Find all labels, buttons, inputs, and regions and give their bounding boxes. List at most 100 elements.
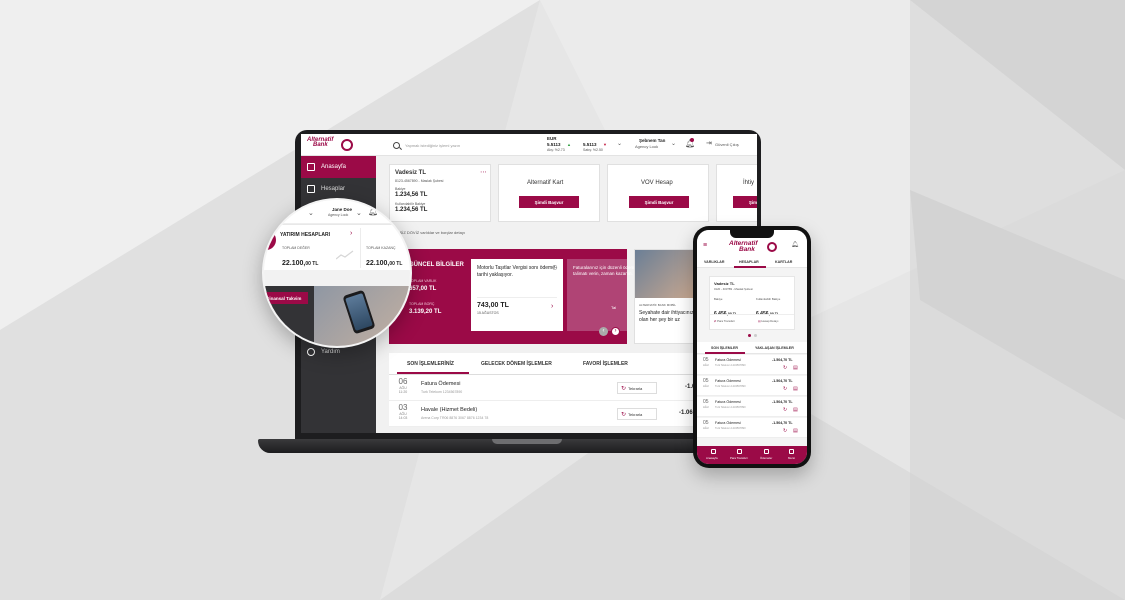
logout-icon[interactable]: ⇥ (706, 139, 712, 147)
refresh-icon[interactable]: ↻ (783, 428, 787, 434)
tx-amount: -1.06 (679, 410, 693, 416)
tx-desc: Turk Telekom 1234567890 (715, 427, 746, 430)
chevron-right-icon[interactable]: › (350, 230, 352, 237)
tab-recent[interactable]: SON İŞLEMLERİNİZ (407, 361, 454, 367)
bill-reminder-card[interactable]: Motorlu Taşıtlar Vergisi sonı ödeme tari… (471, 259, 563, 331)
account-number: 0120 - 403789 - Maslak Şubesi (714, 287, 753, 291)
tab-assets[interactable]: VARLIKLAR (704, 260, 725, 264)
tab-upcoming[interactable]: GELECEK DÖNEM İŞLEMLER (481, 361, 552, 367)
active-tab-indicator (734, 266, 766, 268)
nav-home[interactable]: Anasayfa (706, 456, 718, 460)
notification-badge (690, 138, 694, 142)
list-item[interactable]: 05 AĞU Fatura Ödemesi Turk Telekom 12345678… (697, 418, 807, 438)
home-icon (307, 163, 315, 171)
apply-button[interactable]: Şimdi Başvur (519, 196, 579, 208)
account-card[interactable]: Vadesiz TL 0120 - 403789 - Maslak Şubesi… (709, 276, 795, 330)
user-name[interactable]: Jane Doe (332, 207, 352, 212)
product-title: İhtiy (743, 180, 755, 186)
logout-button[interactable]: Güvenli Çıkış (715, 142, 739, 147)
phone-bottom-nav: Anasayfa Para Transferi Ödemeler Menü (697, 446, 807, 464)
bell-icon[interactable]: 🔔︎ (368, 207, 378, 216)
nav-menu[interactable]: Menü (788, 456, 795, 460)
chevron-down-icon[interactable]: ⌄ (617, 140, 622, 147)
clock-icon: ◷ (552, 265, 558, 271)
money-transfer-button[interactable]: ⇄ Para Transferi (714, 319, 735, 323)
tab-upcoming[interactable]: YAKLAŞAN İŞLEMLER (755, 346, 794, 350)
active-tab-indicator (397, 372, 469, 374)
menu-icon[interactable]: ≡ (703, 242, 707, 249)
total-debt-label: TOPLAM BORÇ (409, 302, 435, 306)
chevron-down-icon[interactable]: ⌄ (671, 140, 676, 147)
rate-buy-sub: Alış: %2.73 (547, 148, 565, 152)
total-value-label: TOPLAM DEĞER (282, 246, 310, 250)
bill-date: 15 AĞUSTOS (477, 311, 499, 315)
available-label: Kullanılabilir Bakiye (756, 297, 781, 301)
chevron-down-icon[interactable]: ⌄ (308, 209, 314, 217)
promo-text: Seyahate dair ihtiyacınız olan her şey b… (639, 310, 694, 323)
brand-logo-icon (767, 242, 777, 252)
tx-date: 06 AĞU 11:20 (398, 377, 408, 394)
carousel-next-button[interactable]: › (611, 327, 620, 336)
promo-link[interactable]: Tal (611, 305, 616, 310)
list-item[interactable]: 05 AĞU Fatura Ödemesi Turk Telekom 12345678… (697, 376, 807, 396)
tab-favorites[interactable]: FAVORİ İŞLEMLER (583, 361, 628, 367)
list-item[interactable]: 05 AĞU Fatura Ödemesi Turk Telekom 12345678… (697, 397, 807, 417)
tab-recent[interactable]: SON İŞLEMLER (711, 346, 738, 350)
tab-cards[interactable]: KARTLAR (775, 260, 792, 264)
list-item[interactable]: 05 AĞU Fatura Ödemesi Turk Telekom 12345678… (697, 355, 807, 375)
balance-value: 6.456,00 TL (714, 302, 737, 320)
document-icon[interactable]: ▤ (793, 407, 798, 413)
tx-desc: Turk Telekom 1234567890 (715, 385, 746, 388)
tx-date: 03 AĞU 14:03 (398, 403, 408, 420)
nav-transfer[interactable]: Para Transferi (730, 456, 748, 460)
chevron-down-icon[interactable]: ⌄ (356, 209, 362, 217)
carousel-prev-button[interactable]: ‹ (599, 327, 608, 336)
tx-amount: -1.504,70 TL (772, 358, 793, 362)
brand-logo[interactable]: Alternatif Bank (307, 137, 333, 148)
search-input[interactable]: Yapmak istediğiniz işlemi yazın (405, 143, 460, 148)
magnifier-header: 5.5 ⌄ Jane Doe Agency Look ⌄ 🔔︎ (264, 200, 410, 224)
currency-label: EUR (547, 136, 557, 141)
refresh-icon[interactable]: ↻ (783, 386, 787, 392)
user-name[interactable]: Şebnem Tan (639, 138, 665, 143)
product-title: VOV Hesap (641, 180, 673, 186)
document-icon[interactable]: ▤ (793, 365, 798, 371)
document-icon[interactable]: ▤ (793, 428, 798, 434)
pager-dot-active[interactable] (748, 334, 751, 337)
product-card-need[interactable]: İhtiy Şim (716, 164, 757, 222)
refresh-icon[interactable]: ↻ (783, 407, 787, 413)
user-role: Agency Look (635, 144, 659, 149)
sidebar-item-home[interactable]: Anasayfa (301, 156, 376, 178)
total-assets-label: TOPLAM VARLIK (409, 279, 437, 283)
pager-dot[interactable] (754, 334, 757, 337)
phone-tabs: VARLIKLAR HESAPLAR KARTLAR (697, 256, 807, 268)
total-gain-label: TOPLAM KAZANÇ (366, 246, 396, 250)
repeat-button[interactable]: ↻ Tekrarla (617, 382, 657, 394)
repeat-button[interactable]: ↻ Tekrarla (617, 408, 657, 420)
total-gain: 22.100,00 TL (366, 260, 403, 267)
mobile-promo-card[interactable]: ALTERNATİF BANK MOBİL Seyahate dair ihti… (634, 249, 696, 344)
balance-label: Bakiye (395, 187, 406, 191)
product-card-vov-account[interactable]: VOV Hesap Şimdi Başvur (607, 164, 709, 222)
total-assets-value: 657,00 TL (409, 286, 437, 292)
tab-accounts[interactable]: HESAPLAR (739, 260, 759, 264)
more-icon[interactable]: ⋯ (480, 168, 487, 176)
document-icon[interactable]: ▤ (793, 386, 798, 392)
investment-icon (264, 230, 276, 250)
apply-button[interactable]: Şim (733, 196, 757, 208)
nav-payments[interactable]: Ödemeler (760, 456, 772, 460)
rate-sell-sub: Satış: %2.50 (583, 148, 603, 152)
refresh-icon: ↻ (621, 411, 627, 418)
chevron-right-icon[interactable]: › (551, 303, 553, 310)
refresh-icon[interactable]: ↻ (783, 365, 787, 371)
apply-button[interactable]: Şimdi Başvur (629, 196, 689, 208)
payment-order-promo[interactable]: Faturalarınız için düzenli ödeme talimat… (567, 259, 637, 331)
tx-title: Havale (Hizmet Bedeli) (421, 407, 478, 413)
bell-icon[interactable]: 🔔︎ (791, 241, 799, 248)
tx-desc: Arena Corp TR06 8876 3067 8876 1234 78 (421, 416, 489, 420)
account-detail-button[interactable]: ▤ Hesap Detayı (758, 319, 778, 323)
sidebar-item-accounts[interactable]: Hesaplar (301, 178, 376, 200)
search-icon[interactable] (393, 142, 400, 149)
financial-calendar-button[interactable]: Finansal Takvim (264, 292, 308, 304)
product-card-credit-card[interactable]: Alternatif Kart Şimdi Başvur (498, 164, 600, 222)
